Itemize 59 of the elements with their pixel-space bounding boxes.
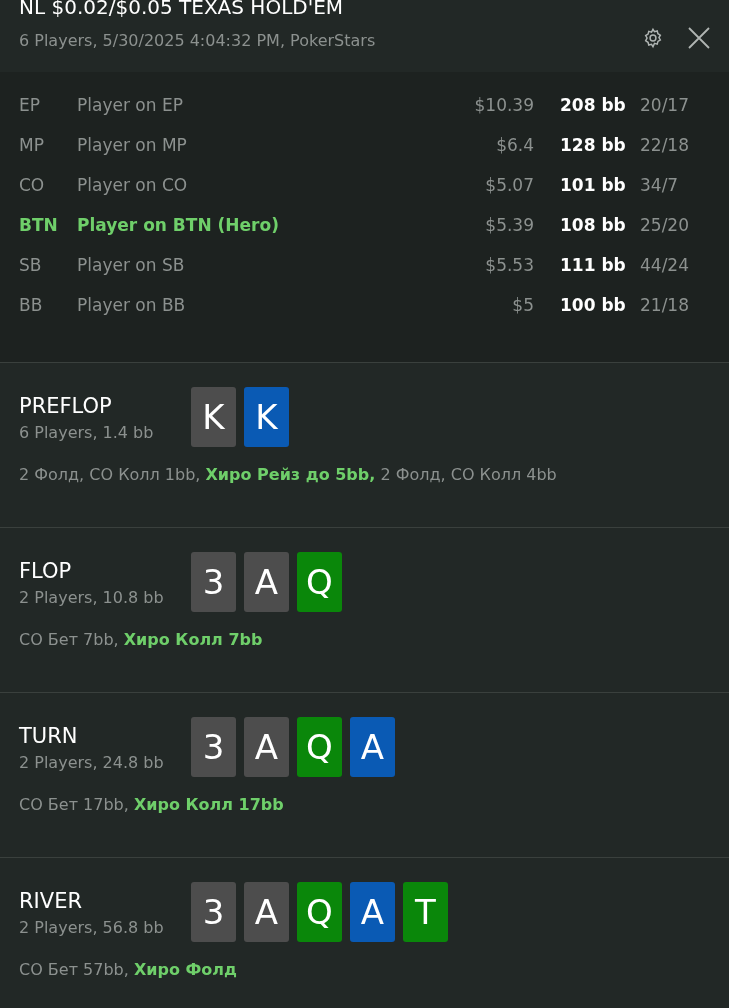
street-title: FLOP	[19, 558, 73, 584]
player-stack-bb: 128 bb	[560, 134, 627, 158]
street-info: 2 Players, 56.8 bb	[19, 917, 165, 939]
player-position: MP	[19, 134, 45, 158]
player-stack: $6.4	[495, 134, 534, 158]
street-info: 6 Players, 1.4 bb	[19, 422, 155, 444]
playing-card: A	[350, 717, 395, 777]
street-info: 2 Players, 10.8 bb	[19, 587, 165, 609]
player-stack-bb: 101 bb	[560, 174, 627, 198]
playing-card: K	[191, 387, 236, 447]
player-name: Player on BB	[77, 294, 187, 318]
street-title: TURN	[19, 723, 79, 749]
action-summary: 2 Фолд, CO Колл 1bb, Хиро Рейз до 5bb, 2 Фолд, CO Колл 4bb	[19, 464, 558, 486]
settings-icon	[642, 27, 664, 49]
playing-card: Q	[297, 882, 342, 942]
player-stats: 21/18	[640, 294, 690, 318]
playing-card: A	[350, 882, 395, 942]
player-stack: $5.39	[484, 214, 534, 238]
player-stack: $10.39	[473, 94, 534, 118]
player-stack: $5.53	[484, 254, 534, 278]
action-summary: CO Бет 17bb, Хиро Колл 17bb	[19, 794, 285, 816]
playing-card: 3	[191, 552, 236, 612]
playing-card: A	[244, 552, 289, 612]
player-name: Player on MP	[77, 134, 188, 158]
player-name: Player on EP	[77, 94, 184, 118]
playing-card: Q	[297, 717, 342, 777]
action-summary: CO Бет 57bb, Хиро Фолд	[19, 959, 238, 981]
street-title: RIVER	[19, 888, 83, 914]
player-stack: $5.07	[484, 174, 534, 198]
player-stack-bb: 208 bb	[560, 94, 627, 118]
player-position: CO	[19, 174, 46, 198]
player-stack-bb: 100 bb	[560, 294, 627, 318]
playing-card: T	[403, 882, 448, 942]
player-name: Player on SB	[77, 254, 186, 278]
player-stack-bb: 108 bb	[560, 214, 627, 238]
playing-card: Q	[297, 552, 342, 612]
player-stats: 22/18	[640, 134, 690, 158]
player-stats: 44/24	[640, 254, 690, 278]
playing-card: A	[244, 717, 289, 777]
playing-card: 3	[191, 882, 236, 942]
player-position: BTN	[19, 214, 59, 238]
player-position: SB	[19, 254, 43, 278]
player-stats: 25/20	[640, 214, 690, 238]
playing-card: 3	[191, 717, 236, 777]
player-stack: $5	[511, 294, 534, 318]
street-title: PREFLOP	[19, 393, 113, 419]
action-summary: CO Бет 7bb, Хиро Колл 7bb	[19, 629, 264, 651]
player-position: BB	[19, 294, 44, 318]
hand-info: 6 Players, 5/30/2025 4:04:32 PM, PokerStars	[19, 30, 376, 52]
player-stats: 20/17	[640, 94, 690, 118]
player-stats: 34/7	[640, 174, 680, 198]
player-stack-bb: 111 bb	[560, 254, 627, 278]
player-position: EP	[19, 94, 41, 118]
playing-card: A	[244, 882, 289, 942]
street-info: 2 Players, 24.8 bb	[19, 752, 165, 774]
player-name: Player on BTN (Hero)	[77, 214, 280, 238]
player-name: Player on CO	[77, 174, 189, 198]
playing-card: K	[244, 387, 289, 447]
close-icon	[688, 27, 710, 49]
